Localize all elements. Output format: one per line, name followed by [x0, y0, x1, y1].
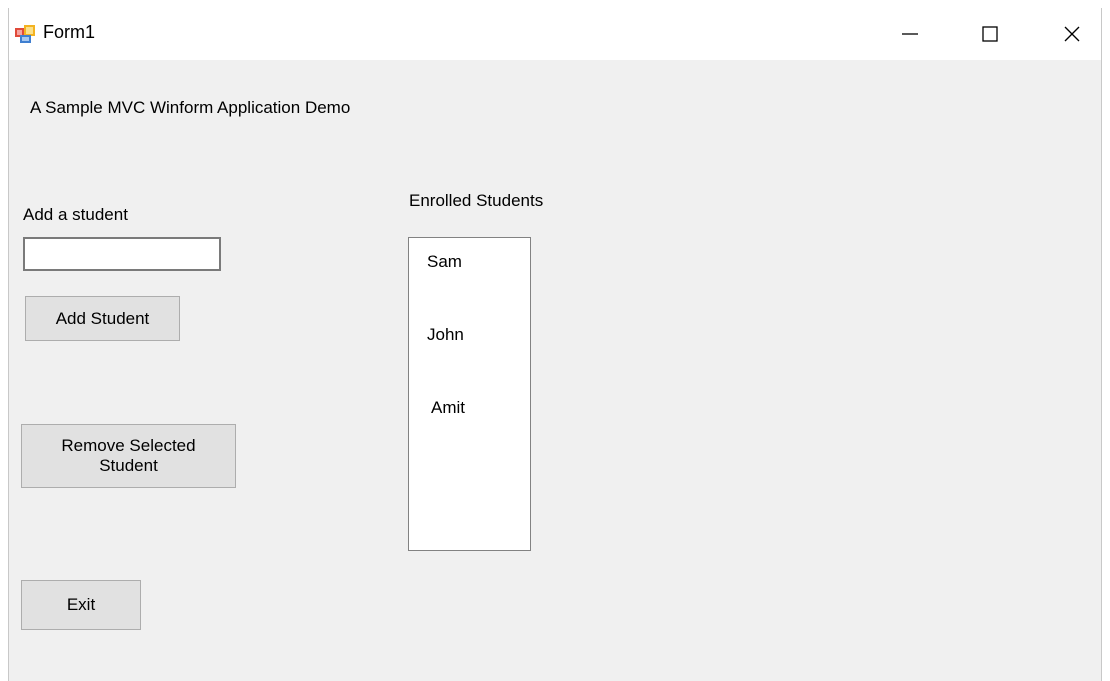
close-icon	[1063, 25, 1081, 43]
remove-selected-student-button[interactable]: Remove Selected Student	[21, 424, 236, 488]
list-item[interactable]: Amit	[431, 398, 465, 418]
enrolled-students-listbox[interactable]: Sam John Amit	[408, 237, 531, 551]
add-student-button[interactable]: Add Student	[25, 296, 180, 341]
student-name-input[interactable]	[23, 237, 221, 271]
list-item[interactable]: Sam	[427, 252, 462, 272]
exit-button[interactable]: Exit	[21, 580, 141, 630]
form-heading: A Sample MVC Winform Application Demo	[30, 98, 351, 117]
minimize-button[interactable]	[887, 8, 933, 60]
add-student-label: Add a student	[23, 205, 128, 224]
winforms-app-icon	[15, 25, 35, 43]
title-bar[interactable]: Form1	[9, 8, 1101, 60]
form1-window: Form1 A Sample MVC Winform Application D…	[8, 8, 1102, 681]
maximize-icon	[981, 25, 999, 43]
maximize-button[interactable]	[967, 8, 1013, 60]
window-title: Form1	[43, 22, 96, 42]
list-item[interactable]: John	[427, 325, 464, 345]
minimize-icon	[901, 25, 919, 43]
close-button[interactable]	[1049, 8, 1095, 60]
enrolled-students-label: Enrolled Students	[409, 191, 544, 210]
